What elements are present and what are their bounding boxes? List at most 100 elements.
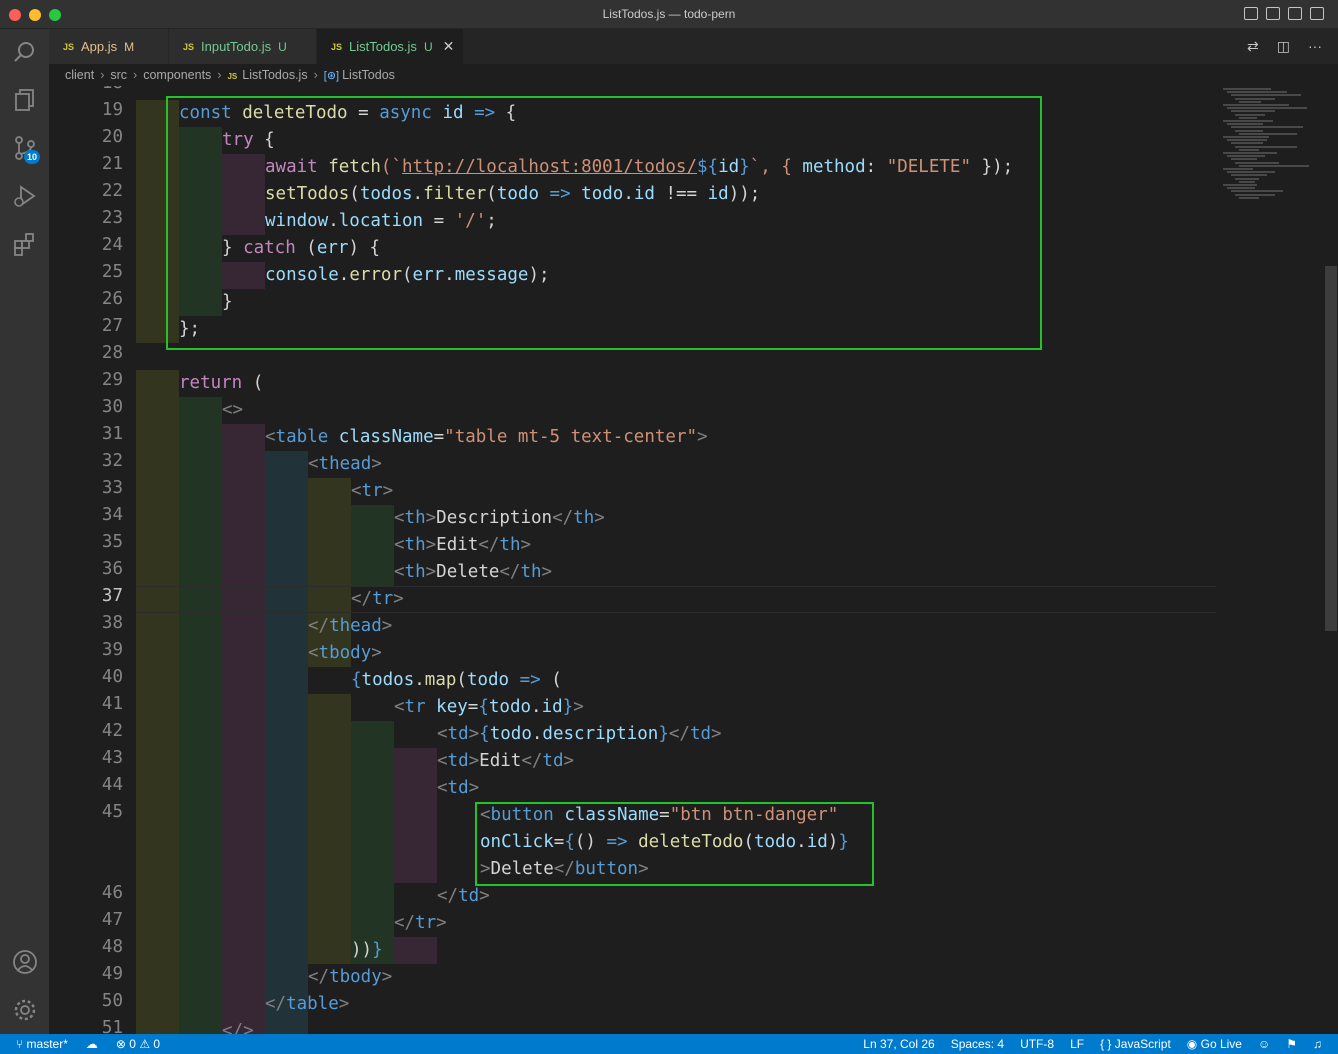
- code-token: tr: [372, 589, 394, 609]
- tab-listtodos-js[interactable]: JS ListTodos.js U ✕: [317, 29, 463, 64]
- copilot-icon[interactable]: ☺: [1258, 1034, 1270, 1054]
- code-token: (: [540, 670, 562, 690]
- search-icon[interactable]: [12, 39, 38, 65]
- code-token: </: [308, 616, 330, 636]
- code-token: >: [468, 724, 480, 744]
- code-line: <td>: [437, 775, 479, 802]
- braces-icon: { }: [1100, 1037, 1115, 1051]
- close-tab-icon[interactable]: ✕: [443, 38, 455, 55]
- minimap-line: [1239, 180, 1255, 183]
- code-line: </thead>: [308, 613, 392, 640]
- code-token: <: [308, 454, 319, 474]
- toggle-sidebar-icon[interactable]: [1244, 7, 1258, 20]
- code-token: <: [394, 508, 405, 528]
- code-token: <>: [222, 400, 244, 420]
- more-actions-icon[interactable]: ···: [1308, 38, 1322, 55]
- javascript-file-icon: JS: [183, 41, 195, 52]
- code-token: {: [351, 670, 362, 690]
- go-live-button[interactable]: ◉ Go Live: [1187, 1034, 1242, 1054]
- code-token: {: [479, 724, 490, 744]
- code-token: todo: [488, 697, 532, 717]
- breadcrumb-item[interactable]: src: [110, 68, 127, 82]
- breadcrumb-item[interactable]: ListTodos: [342, 68, 395, 82]
- code-token: Delete: [436, 562, 500, 582]
- tab-status: U: [278, 39, 287, 54]
- editor-tabs: JS App.js M JS InputTodo.js U JS ListTod…: [49, 29, 1338, 64]
- tab-status: U: [423, 39, 433, 54]
- status-bar: ⑂ master* ☁ ⊗ 0 ⚠ 0 Ln 37, Col 26 Spaces…: [0, 1034, 1338, 1054]
- indent-guide: [136, 370, 179, 1034]
- chevron-right-icon: ›: [133, 68, 138, 82]
- customize-layout-icon[interactable]: [1310, 7, 1324, 20]
- code-token: th: [499, 535, 521, 555]
- symbol-variable-icon: [⊛]: [323, 70, 340, 82]
- notifications-bell-icon[interactable]: ♫: [1313, 1034, 1322, 1054]
- minimap-line: [1239, 164, 1309, 167]
- code-token: return: [179, 373, 243, 393]
- minimap-line: [1231, 174, 1267, 177]
- explorer-icon[interactable]: [12, 87, 38, 113]
- code-token: >: [425, 508, 437, 528]
- code-token: Description: [436, 508, 553, 528]
- chevron-right-icon: ›: [100, 68, 105, 82]
- code-line: </tr>: [351, 586, 404, 613]
- account-icon[interactable]: [12, 949, 38, 975]
- cursor-position[interactable]: Ln 37, Col 26: [863, 1034, 934, 1054]
- code-token: <: [437, 724, 448, 744]
- code-token: </: [521, 751, 543, 771]
- settings-gear-icon[interactable]: [12, 997, 38, 1023]
- code-line: <th>Edit</th>: [394, 532, 531, 559]
- encoding[interactable]: UTF-8: [1020, 1034, 1054, 1054]
- code-token: td: [447, 724, 469, 744]
- git-branch[interactable]: ⑂ master*: [16, 1034, 68, 1054]
- code-token: todo: [466, 670, 510, 690]
- problems-indicator[interactable]: ⊗ 0 ⚠ 0: [116, 1034, 160, 1054]
- sync-icon[interactable]: ☁: [86, 1034, 98, 1054]
- language-mode[interactable]: { } JavaScript: [1100, 1034, 1171, 1054]
- git-branch-icon: ⑂: [16, 1037, 27, 1051]
- branch-name: master*: [26, 1037, 68, 1051]
- vertical-scrollbar[interactable]: [1325, 266, 1337, 631]
- tab-app-js[interactable]: JS App.js M: [49, 29, 169, 64]
- end-of-line[interactable]: LF: [1070, 1034, 1084, 1054]
- open-changes-icon[interactable]: ⇄: [1247, 38, 1259, 55]
- code-editor[interactable]: 1819202122232425262728293031323334353637…: [49, 86, 1338, 1034]
- warning-icon: ⚠: [139, 1037, 154, 1051]
- extensions-icon[interactable]: [12, 231, 38, 257]
- code-line: <tr>: [351, 478, 393, 505]
- breadcrumb-item[interactable]: client: [65, 68, 94, 82]
- minimap-line: [1235, 113, 1265, 116]
- code-token: >: [338, 994, 350, 1014]
- toggle-panel-icon[interactable]: [1266, 7, 1280, 20]
- breadcrumb-item[interactable]: components: [143, 68, 211, 82]
- minimap[interactable]: [1219, 86, 1325, 206]
- code-token: td: [447, 751, 469, 771]
- code-token: th: [520, 562, 542, 582]
- toggle-secondary-sidebar-icon[interactable]: [1288, 7, 1302, 20]
- feedback-icon[interactable]: ⚑: [1286, 1034, 1297, 1054]
- indentation[interactable]: Spaces: 4: [951, 1034, 1004, 1054]
- code-line: </td>: [437, 883, 490, 910]
- run-debug-icon[interactable]: [12, 183, 38, 209]
- code-line: </tbody>: [308, 964, 392, 991]
- minimap-line: [1223, 104, 1289, 106]
- activity-bar: 10: [0, 29, 49, 1034]
- code-area[interactable]: const deleteTodo = async id => {try {awa…: [49, 86, 1229, 1034]
- javascript-file-icon: JS: [227, 72, 238, 81]
- code-line: {todos.map(todo => (: [351, 667, 562, 694]
- split-editor-icon[interactable]: ◫: [1277, 38, 1290, 55]
- code-token: }: [372, 940, 383, 960]
- code-token: .: [414, 670, 425, 690]
- code-line: <table className="table mt-5 text-center…: [265, 424, 708, 451]
- breadcrumb-item[interactable]: ListTodos.js: [242, 68, 307, 82]
- code-line: <tbody>: [308, 640, 382, 667]
- go-live-label: Go Live: [1200, 1037, 1242, 1051]
- tab-inputtodo-js[interactable]: JS InputTodo.js U: [169, 29, 317, 64]
- code-token: tbody: [318, 643, 372, 663]
- code-token: </: [351, 589, 373, 609]
- minimap-line: [1223, 184, 1257, 186]
- code-token: <: [308, 643, 319, 663]
- code-token: =: [467, 697, 479, 717]
